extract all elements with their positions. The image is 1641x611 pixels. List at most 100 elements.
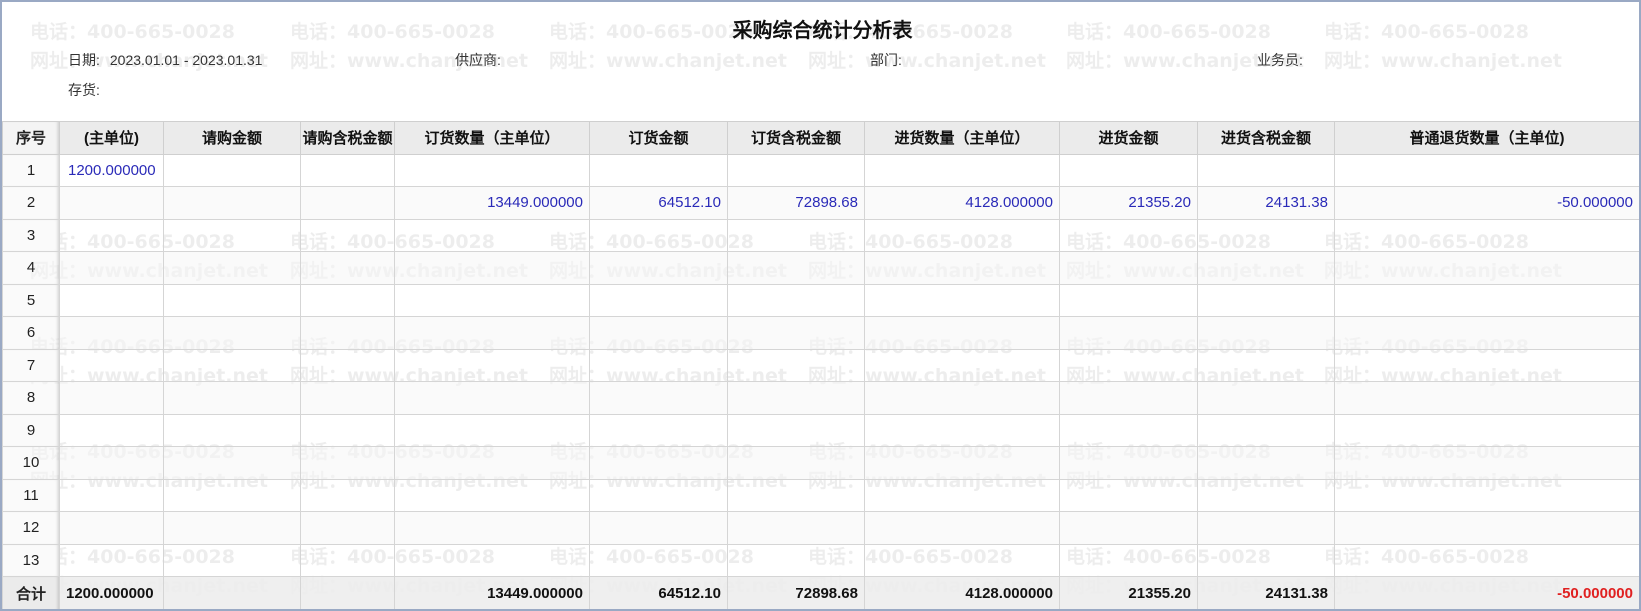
table-cell[interactable] bbox=[864, 251, 1060, 285]
table-cell[interactable] bbox=[589, 446, 728, 480]
table-cell[interactable] bbox=[1334, 251, 1639, 285]
table-cell[interactable] bbox=[300, 446, 395, 480]
row-index[interactable]: 6 bbox=[2, 316, 60, 350]
table-cell[interactable] bbox=[300, 153, 395, 187]
table-cell[interactable] bbox=[1334, 283, 1639, 317]
table-cell[interactable] bbox=[864, 478, 1060, 512]
table-row[interactable]: 1 1200.000000 bbox=[2, 153, 1639, 187]
table-cell[interactable] bbox=[727, 218, 865, 252]
table-cell[interactable] bbox=[300, 218, 395, 252]
column-header-return-qty[interactable]: 普通退货数量（主单位) bbox=[1334, 121, 1639, 155]
row-index[interactable]: 13 bbox=[2, 543, 60, 577]
column-header-purchase-tax-amount[interactable]: 进货含税金额 bbox=[1197, 121, 1335, 155]
table-cell[interactable] bbox=[300, 283, 395, 317]
table-cell[interactable] bbox=[394, 478, 590, 512]
table-cell[interactable] bbox=[589, 381, 728, 415]
table-cell[interactable] bbox=[589, 316, 728, 350]
table-cell[interactable] bbox=[59, 446, 164, 480]
table-cell[interactable] bbox=[864, 413, 1060, 447]
table-cell[interactable]: 13449.000000 bbox=[394, 186, 590, 220]
table-cell[interactable] bbox=[1334, 348, 1639, 382]
row-index[interactable]: 8 bbox=[2, 381, 60, 415]
table-cell[interactable] bbox=[59, 316, 164, 350]
table-cell[interactable] bbox=[727, 153, 865, 187]
table-cell[interactable] bbox=[1334, 511, 1639, 545]
row-index[interactable]: 11 bbox=[2, 478, 60, 512]
table-cell[interactable] bbox=[1197, 413, 1335, 447]
table-cell[interactable] bbox=[1334, 543, 1639, 577]
table-cell[interactable] bbox=[1334, 218, 1639, 252]
table-cell[interactable] bbox=[163, 446, 301, 480]
table-row[interactable]: 8 bbox=[2, 381, 1639, 415]
table-cell[interactable] bbox=[163, 251, 301, 285]
table-cell[interactable] bbox=[589, 348, 728, 382]
table-cell[interactable] bbox=[727, 511, 865, 545]
table-cell[interactable] bbox=[727, 251, 865, 285]
column-header-request-qty[interactable]: (主单位) bbox=[59, 121, 164, 155]
column-header-order-tax-amount[interactable]: 订货含税金额 bbox=[727, 121, 865, 155]
table-cell[interactable] bbox=[59, 348, 164, 382]
row-index[interactable]: 10 bbox=[2, 446, 60, 480]
table-cell[interactable] bbox=[300, 251, 395, 285]
table-cell[interactable] bbox=[1197, 446, 1335, 480]
table-cell[interactable]: 21355.20 bbox=[1059, 186, 1198, 220]
table-cell[interactable] bbox=[864, 446, 1060, 480]
table-cell[interactable] bbox=[589, 478, 728, 512]
table-cell[interactable] bbox=[1197, 316, 1335, 350]
table-cell[interactable] bbox=[300, 381, 395, 415]
table-cell[interactable] bbox=[727, 316, 865, 350]
column-header-purchase-qty[interactable]: 进货数量（主单位） bbox=[864, 121, 1060, 155]
table-row[interactable]: 6 bbox=[2, 316, 1639, 350]
table-cell[interactable] bbox=[394, 511, 590, 545]
table-cell[interactable] bbox=[394, 413, 590, 447]
table-cell[interactable] bbox=[163, 153, 301, 187]
table-cell[interactable] bbox=[1059, 218, 1198, 252]
table-row[interactable]: 12 bbox=[2, 511, 1639, 545]
table-row[interactable]: 3 bbox=[2, 218, 1639, 252]
table-cell[interactable] bbox=[300, 413, 395, 447]
column-header-purchase-amount[interactable]: 进货金额 bbox=[1059, 121, 1198, 155]
table-cell[interactable] bbox=[727, 413, 865, 447]
table-row[interactable]: 2 13449.000000 64512.10 72898.68 4128.000000… bbox=[2, 186, 1639, 220]
table-row[interactable]: 4 bbox=[2, 251, 1639, 285]
table-cell[interactable] bbox=[589, 251, 728, 285]
table-cell[interactable] bbox=[589, 283, 728, 317]
table-row[interactable]: 11 bbox=[2, 478, 1639, 512]
table-cell[interactable] bbox=[59, 478, 164, 512]
row-index[interactable]: 3 bbox=[2, 218, 60, 252]
table-cell[interactable] bbox=[1059, 511, 1198, 545]
row-index[interactable]: 7 bbox=[2, 348, 60, 382]
table-cell[interactable] bbox=[864, 283, 1060, 317]
row-index[interactable]: 4 bbox=[2, 251, 60, 285]
table-cell[interactable] bbox=[1059, 251, 1198, 285]
table-cell[interactable] bbox=[1197, 251, 1335, 285]
table-cell[interactable] bbox=[727, 446, 865, 480]
table-cell[interactable] bbox=[59, 543, 164, 577]
table-cell[interactable] bbox=[300, 511, 395, 545]
table-cell[interactable] bbox=[864, 381, 1060, 415]
table-cell[interactable] bbox=[589, 543, 728, 577]
table-cell[interactable] bbox=[163, 413, 301, 447]
table-cell[interactable] bbox=[1197, 381, 1335, 415]
table-row[interactable]: 5 bbox=[2, 283, 1639, 317]
table-cell[interactable] bbox=[1197, 478, 1335, 512]
table-cell[interactable] bbox=[864, 348, 1060, 382]
table-cell[interactable] bbox=[589, 153, 728, 187]
table-cell[interactable] bbox=[1059, 478, 1198, 512]
table-cell[interactable] bbox=[1059, 381, 1198, 415]
table-cell[interactable] bbox=[59, 381, 164, 415]
table-cell[interactable] bbox=[394, 316, 590, 350]
table-cell[interactable] bbox=[59, 511, 164, 545]
table-row[interactable]: 10 bbox=[2, 446, 1639, 480]
column-header-index[interactable]: 序号 bbox=[2, 121, 60, 155]
table-cell[interactable] bbox=[163, 283, 301, 317]
table-cell[interactable] bbox=[300, 478, 395, 512]
table-cell[interactable] bbox=[1197, 511, 1335, 545]
table-cell[interactable] bbox=[394, 446, 590, 480]
table-cell[interactable] bbox=[394, 543, 590, 577]
table-cell[interactable] bbox=[589, 218, 728, 252]
row-index[interactable]: 12 bbox=[2, 511, 60, 545]
table-row[interactable]: 7 bbox=[2, 348, 1639, 382]
table-cell[interactable] bbox=[727, 543, 865, 577]
table-cell[interactable]: 4128.000000 bbox=[864, 186, 1060, 220]
